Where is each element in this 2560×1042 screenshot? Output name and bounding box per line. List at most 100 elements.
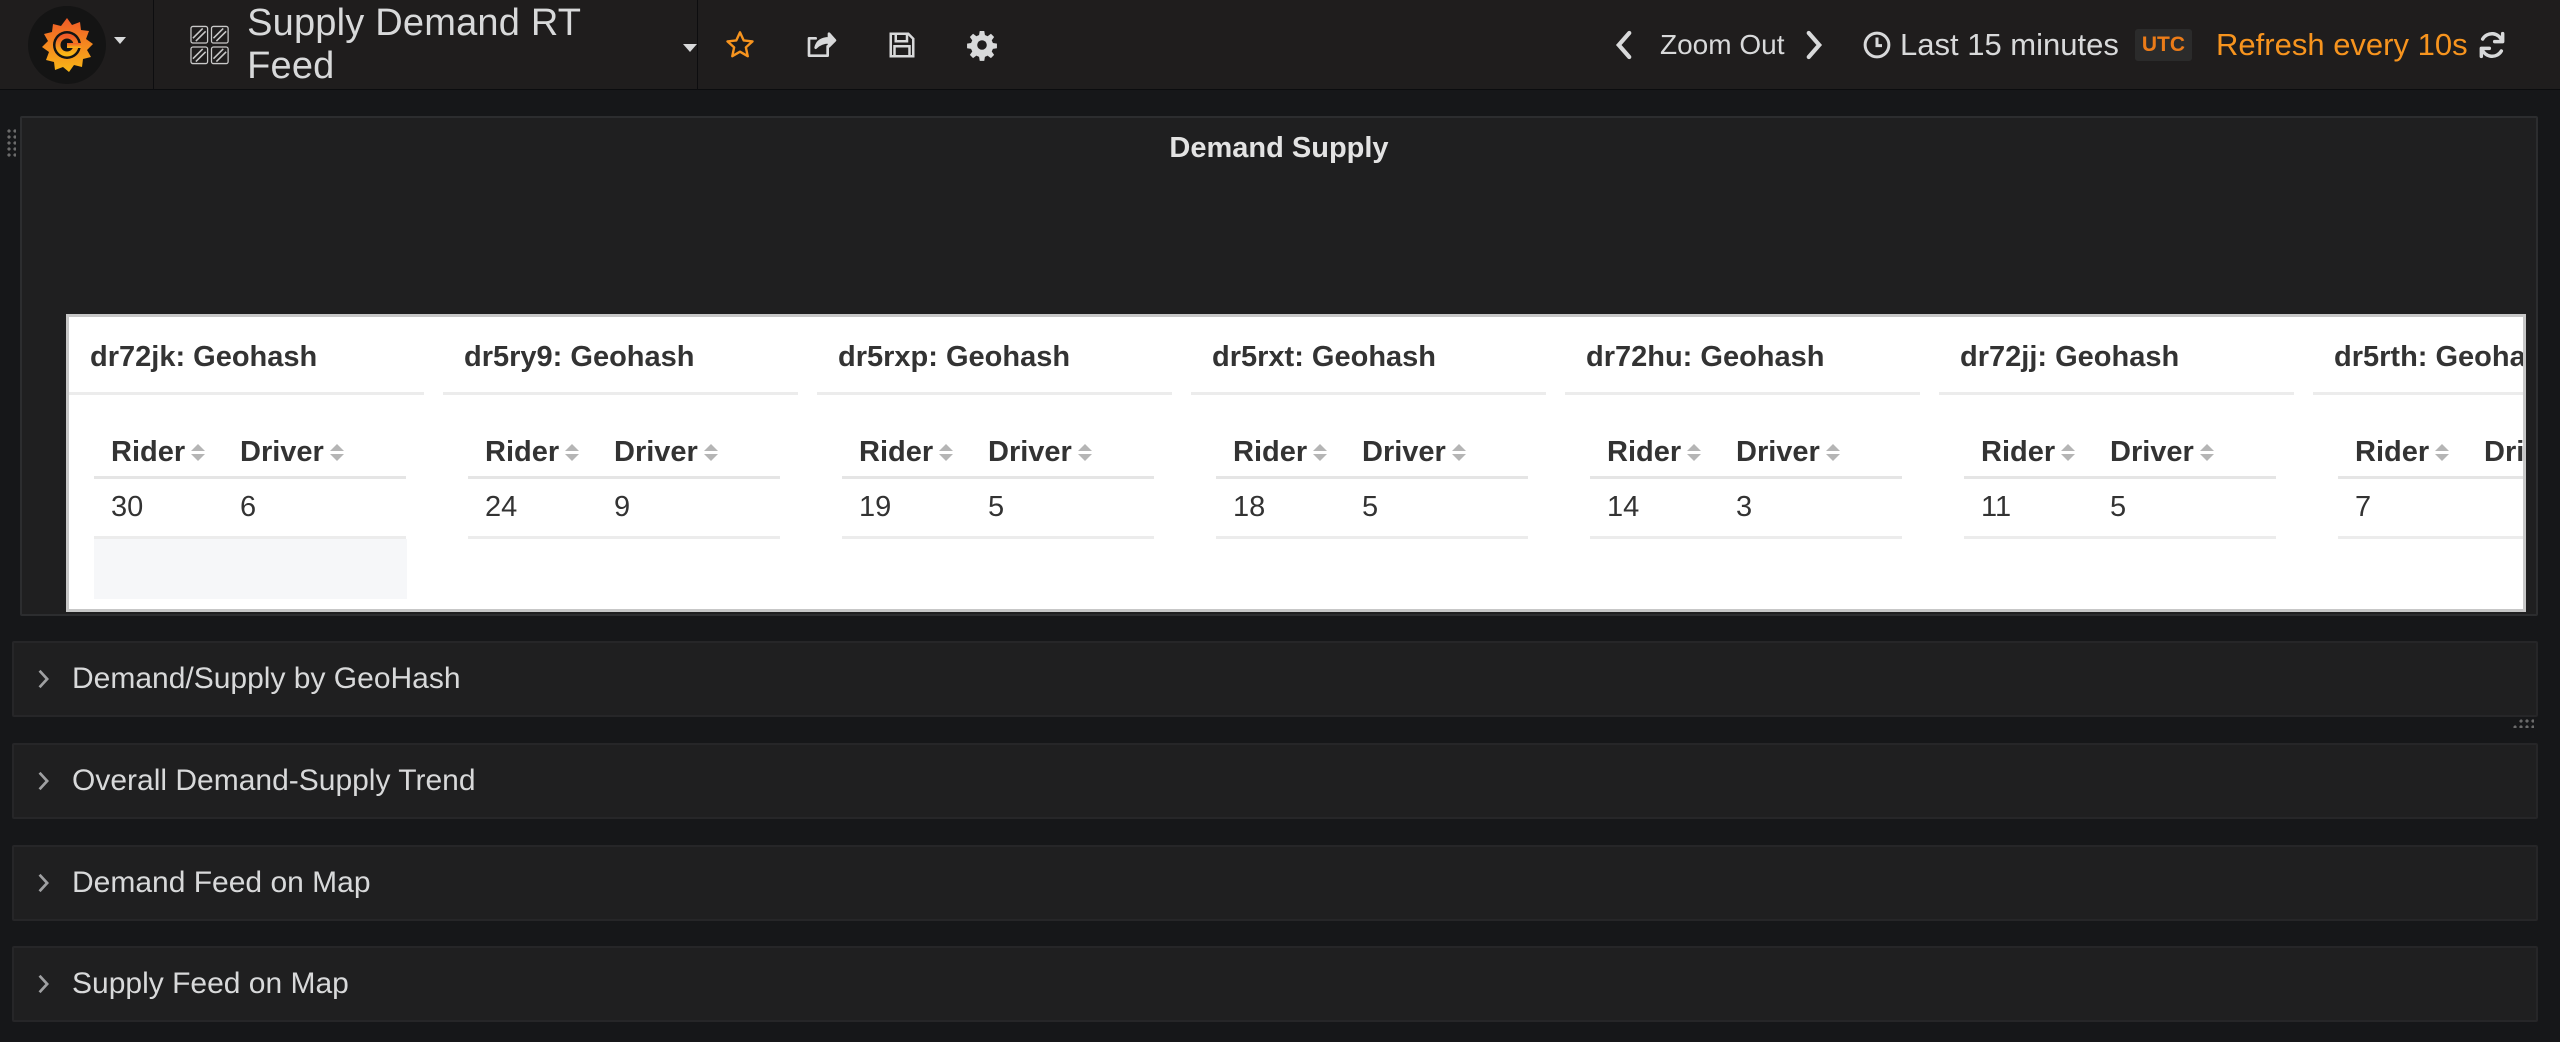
driver-header-label: Driver: [2484, 436, 2525, 468]
rider-column-header[interactable]: Rider: [842, 436, 988, 469]
driver-header-label: Driver: [240, 436, 324, 468]
rider-header-label: Rider: [859, 436, 934, 468]
row-drag-handle[interactable]: [6, 128, 16, 158]
geohash-header: dr72jk: Geohash: [69, 317, 424, 395]
geohash-subtable: Rider Driver 7: [2338, 429, 2525, 539]
geohash-subtable: Rider Driver 18 5: [1216, 429, 1528, 539]
driver-column-header[interactable]: Driver: [2484, 436, 2525, 469]
driver-value: 5: [1362, 491, 1379, 523]
grafana-logo-icon[interactable]: [28, 6, 106, 84]
gear-icon[interactable]: [962, 25, 1002, 65]
rider-column-header[interactable]: Rider: [2338, 436, 2484, 469]
sort-icon: [1451, 444, 1466, 461]
clock-icon: [1863, 31, 1891, 59]
sort-icon: [565, 444, 580, 461]
rider-header-label: Rider: [111, 436, 186, 468]
chevron-down-icon[interactable]: [683, 44, 697, 52]
subtable-header-row: Rider Driver: [1590, 429, 1902, 479]
chevron-right-icon: [14, 668, 72, 690]
top-navbar: Supply Demand RT Feed Zoom Out Last 15 m…: [0, 0, 2560, 90]
geohash-subtable: Rider Driver 24 9: [468, 429, 780, 539]
table-row: 24 9: [468, 479, 780, 539]
share-icon[interactable]: [801, 25, 841, 65]
geohash-subtable: Rider Driver 14 3: [1590, 429, 1902, 539]
geohash-subtable: Rider Driver 30 6: [94, 429, 407, 599]
rider-value: 24: [485, 491, 518, 523]
rider-value: 7: [2355, 491, 2372, 523]
rider-value: 18: [1233, 491, 1266, 523]
driver-header-label: Driver: [2110, 436, 2194, 468]
geohash-header: dr5rxt: Geohash: [1191, 317, 1546, 395]
rider-header-label: Rider: [1233, 436, 1308, 468]
geohash-subtable: Rider Driver 19 5: [842, 429, 1154, 539]
driver-column-header[interactable]: Driver: [614, 436, 780, 469]
table-row: 11 5: [1964, 479, 2276, 539]
panel-title[interactable]: Demand Supply: [22, 132, 2536, 165]
geohash-table-container: dr72jk: Geohash Rider Driver 30 6 dr5ry9…: [66, 314, 2526, 612]
driver-value: 5: [988, 491, 1005, 523]
geohash-header: dr72jj: Geohash: [1939, 317, 2294, 395]
chevron-right-icon: [14, 872, 72, 894]
driver-column-header[interactable]: Driver: [240, 436, 406, 469]
geohash-header: dr5rth: Geohash: [2313, 317, 2523, 395]
time-range-picker[interactable]: Last 15 minutes UTC Refresh every 10s: [1862, 0, 2468, 90]
logo-menu[interactable]: [0, 0, 154, 90]
chevron-left-icon[interactable]: [1604, 25, 1644, 65]
dashboard-title[interactable]: Supply Demand RT Feed: [247, 2, 669, 88]
zoom-out-button[interactable]: Zoom Out: [1660, 0, 1784, 90]
table-row: 14 3: [1590, 479, 1902, 539]
dashboard-grid-icon: [190, 25, 229, 65]
chevron-right-icon: [14, 770, 72, 792]
rider-header-label: Rider: [2355, 436, 2430, 468]
sort-icon: [2435, 444, 2450, 461]
driver-header-label: Driver: [1736, 436, 1820, 468]
geohash-header: dr72hu: Geohash: [1565, 317, 1920, 395]
rider-column-header[interactable]: Rider: [1216, 436, 1362, 469]
rider-header-label: Rider: [1607, 436, 1682, 468]
driver-column-header[interactable]: Driver: [1362, 436, 1528, 469]
refresh-interval-label[interactable]: Refresh every 10s: [2216, 27, 2468, 63]
rider-column-header[interactable]: Rider: [468, 436, 614, 469]
row-title: Demand Feed on Map: [72, 866, 371, 899]
table-row: 19 5: [842, 479, 1154, 539]
subtable-header-row: Rider Driver: [1216, 429, 1528, 479]
dashboard-picker[interactable]: Supply Demand RT Feed: [156, 0, 698, 90]
chevron-right-icon[interactable]: [1794, 25, 1834, 65]
save-icon[interactable]: [882, 25, 922, 65]
driver-header-label: Driver: [988, 436, 1072, 468]
sort-icon: [329, 444, 344, 461]
timezone-badge: UTC: [2134, 29, 2193, 61]
driver-column-header[interactable]: Driver: [1736, 436, 1902, 469]
row-overall-demand-supply-trend[interactable]: Overall Demand-Supply Trend: [12, 743, 2538, 819]
sort-icon: [1077, 444, 1092, 461]
empty-table-row: [94, 539, 407, 599]
geohash-header: dr5ry9: Geohash: [443, 317, 798, 395]
rider-header-label: Rider: [1981, 436, 2056, 468]
geohash-subtable: Rider Driver 11 5: [1964, 429, 2276, 539]
logo-caret-icon[interactable]: [114, 37, 126, 44]
driver-value: 6: [240, 491, 257, 523]
refresh-icon[interactable]: [2472, 25, 2512, 65]
driver-column-header[interactable]: Driver: [2110, 436, 2276, 469]
sort-icon: [939, 444, 954, 461]
driver-header-label: Driver: [1362, 436, 1446, 468]
rider-value: 14: [1607, 491, 1640, 523]
geohash-header: dr5rxp: Geohash: [817, 317, 1172, 395]
subtable-header-row: Rider Driver: [468, 429, 780, 479]
table-row: 18 5: [1216, 479, 1528, 539]
demand-supply-panel: Demand Supply dr72jk: Geohash Rider Driv…: [20, 116, 2538, 728]
row-demand-feed-on-map[interactable]: Demand Feed on Map: [12, 845, 2538, 921]
sort-icon: [2061, 444, 2076, 461]
subtable-header-row: Rider Driver: [2338, 429, 2525, 479]
row-supply-feed-on-map[interactable]: Supply Feed on Map: [12, 946, 2538, 1022]
star-icon[interactable]: [720, 25, 760, 65]
rider-column-header[interactable]: Rider: [94, 436, 240, 469]
rider-column-header[interactable]: Rider: [1964, 436, 2110, 469]
rider-value: 30: [111, 491, 144, 523]
driver-value: 5: [2110, 491, 2127, 523]
table-row: 30 6: [94, 479, 406, 539]
row-demand-supply-by-geohash[interactable]: Demand/Supply by GeoHash: [12, 641, 2538, 717]
rider-column-header[interactable]: Rider: [1590, 436, 1736, 469]
driver-column-header[interactable]: Driver: [988, 436, 1154, 469]
time-range-label: Last 15 minutes: [1900, 27, 2119, 62]
